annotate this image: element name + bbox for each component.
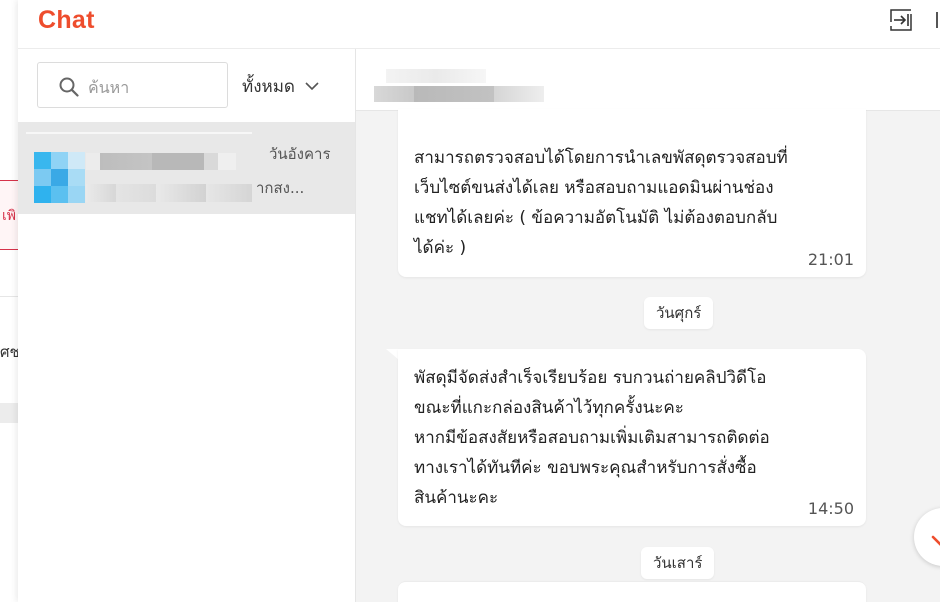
contact-name-redacted xyxy=(374,86,544,102)
arrow-down-icon xyxy=(931,535,940,546)
message-text: สามารถตรวจสอบได้โดยการนำเลขพัสดุตรวจสอบท… xyxy=(414,148,788,258)
background-tab: เพิ xyxy=(0,180,20,250)
search-box xyxy=(37,62,228,108)
exit-panel-icon[interactable] xyxy=(890,9,912,31)
chat-header: Chat xyxy=(18,0,940,49)
message-time: 14:50 xyxy=(807,499,854,518)
last-message-redacted xyxy=(86,184,252,202)
conversation-top-divider xyxy=(26,132,252,134)
menu-icon[interactable] xyxy=(936,12,940,28)
contact-name-redacted xyxy=(86,153,236,170)
message-bubble: สามารถตรวจสอบได้โดยการนำเลขพัสดุตรวจสอบท… xyxy=(398,109,866,277)
message-bubble: พัสดุมีจัดส่งสำเร็จเรียบร้อย รบกวนถ่ายคล… xyxy=(398,349,866,526)
chat-logo: Chat xyxy=(38,6,95,34)
day-separator: วันเสาร์ xyxy=(641,547,715,579)
conversation-header xyxy=(356,49,940,111)
conversation-view[interactable]: สามารถตรวจสอบได้โดยการนำเลขพัสดุตรวจสอบท… xyxy=(356,49,940,602)
filter-dropdown[interactable]: ทั้งหมด xyxy=(242,73,319,99)
bubble-tail xyxy=(386,349,398,359)
chat-panel: Chat ทั้งหมด xyxy=(18,0,940,602)
scroll-to-bottom-button[interactable] xyxy=(914,508,940,566)
message-bubble-partial xyxy=(398,581,866,602)
background-divider xyxy=(0,296,20,297)
message-text: พัสดุมีจัดส่งสำเร็จเรียบร้อย รบกวนถ่ายคล… xyxy=(414,368,770,508)
chevron-down-icon xyxy=(305,82,319,91)
conversation-date: วันอังคาร xyxy=(269,145,331,163)
background-bar xyxy=(0,403,20,423)
day-separator: วันศุกร์ xyxy=(644,297,714,329)
contact-name-redacted-top xyxy=(386,69,486,83)
message-time: 21:01 xyxy=(807,250,854,269)
background-text: ศช xyxy=(0,343,20,361)
conversation-item[interactable]: วันอังคาร ากสง... xyxy=(18,122,355,214)
filter-label: ทั้งหมด xyxy=(242,76,295,97)
background-tab-label: เพิ xyxy=(2,208,17,224)
search-input[interactable] xyxy=(86,73,220,101)
avatar xyxy=(34,152,85,203)
search-icon xyxy=(59,77,79,97)
background-page: เพิ ศช xyxy=(0,0,20,602)
conversation-sidebar: ทั้งหมด วันอังคาร ากสง... xyxy=(18,49,356,602)
conversation-preview: ากสง... xyxy=(256,179,305,197)
